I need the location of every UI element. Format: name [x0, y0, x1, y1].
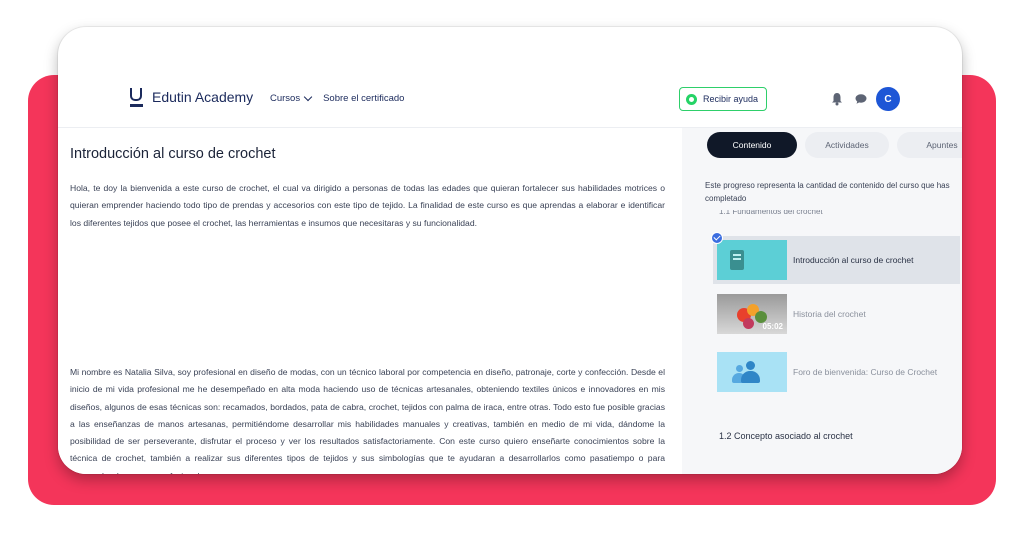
lesson-item-title: Historia del crochet [793, 309, 866, 319]
lesson-thumbnail [711, 232, 787, 280]
section-heading[interactable]: 1.1 Fundamentos del crochet [719, 210, 823, 217]
nav-certificate-link[interactable]: Sobre el certificado [323, 93, 404, 104]
completed-check-icon [711, 232, 723, 244]
tab-content[interactable]: Contenido [707, 132, 797, 158]
progress-description: Este progreso representa la cantidad de … [705, 181, 950, 203]
app-window: Edutin Academy Cursos Sobre el certifica… [58, 27, 962, 474]
video-thumbnail: 05:02 [717, 294, 787, 334]
edutin-logo-icon [130, 88, 143, 107]
lesson-item[interactable]: Foro de bienvenida: Curso de Crochet [713, 348, 960, 396]
lesson-item[interactable]: 05:02 Historia del crochet [713, 290, 960, 338]
nav-certificate-label: Sobre el certificado [323, 93, 405, 104]
whatsapp-icon [686, 93, 697, 105]
tab-activities[interactable]: Actividades [805, 132, 889, 158]
book-icon [730, 250, 744, 270]
course-sidebar: Contenido Actividades Apuntes Este progr… [682, 128, 962, 474]
chevron-down-icon [303, 92, 313, 102]
bell-icon[interactable] [831, 92, 843, 106]
lesson-content: Introducción al curso de crochet Hola, t… [58, 128, 682, 474]
people-icon [717, 352, 787, 392]
tab-notes[interactable]: Apuntes [897, 132, 962, 158]
chat-icon[interactable] [855, 94, 867, 104]
lesson-item[interactable]: Introducción al curso de crochet [711, 232, 960, 284]
nav-courses-label: Cursos [270, 93, 301, 104]
get-help-button[interactable]: Recibir ayuda [679, 87, 767, 111]
lesson-title: Introducción al curso de crochet [70, 146, 276, 162]
top-navigation: Edutin Academy Cursos Sobre el certifica… [58, 82, 962, 122]
user-avatar[interactable]: C [876, 87, 900, 111]
video-duration: 05:02 [762, 322, 783, 331]
lesson-item-title: Introducción al curso de crochet [793, 255, 914, 265]
brand-name: Edutin Academy [152, 89, 254, 105]
section-heading[interactable]: 1.2 Concepto asociado al crochet [719, 431, 853, 441]
get-help-label: Recibir ayuda [703, 94, 759, 104]
lesson-paragraph: Mi nombre es Natalia Silva, soy profesio… [70, 367, 665, 474]
main-nav: Cursos Sobre el certificado [270, 92, 416, 104]
lesson-item-title: Foro de bienvenida: Curso de Crochet [793, 367, 938, 377]
nav-courses-dropdown[interactable]: Cursos [270, 92, 313, 104]
sidebar-tabs: Contenido Actividades Apuntes [707, 132, 962, 158]
lesson-paragraph: Hola, te doy la bienvenida a este curso … [70, 183, 665, 228]
brand-logo[interactable]: Edutin Academy [130, 88, 254, 107]
